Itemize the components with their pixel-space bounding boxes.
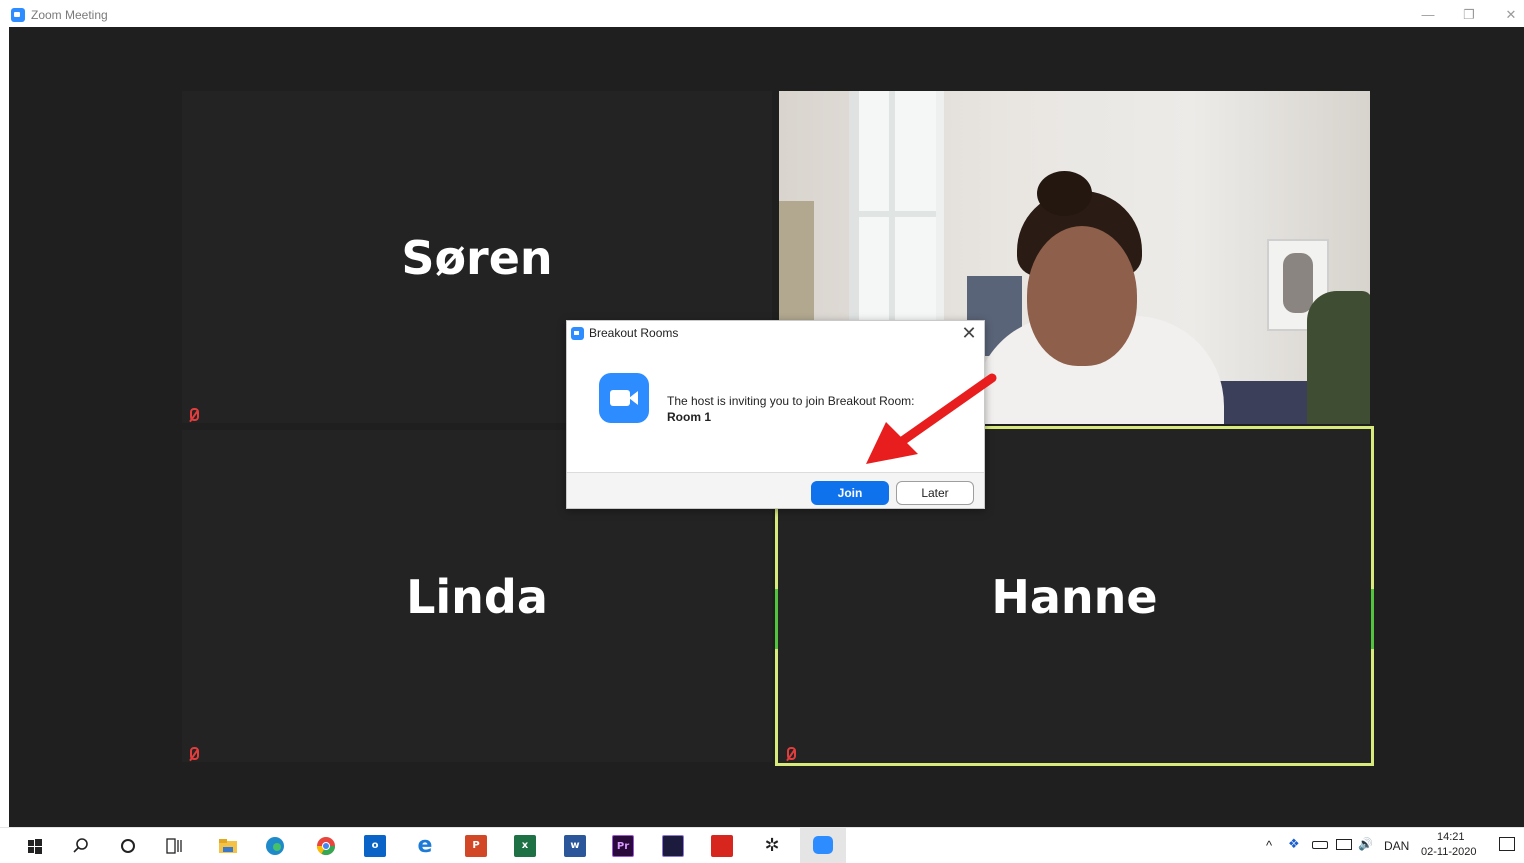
zoom-taskbar-button[interactable]	[800, 828, 846, 863]
cortana-icon[interactable]	[117, 835, 139, 857]
speaking-indicator	[1371, 589, 1374, 649]
muted-mic-icon	[784, 747, 796, 761]
network-icon[interactable]	[1336, 839, 1352, 850]
input-language[interactable]: DAN	[1384, 839, 1409, 853]
chrome-icon[interactable]	[315, 835, 337, 857]
task-view-icon[interactable]	[163, 835, 185, 857]
clock-date[interactable]: 02-11-2020	[1421, 846, 1476, 858]
excel-icon[interactable]: x	[514, 835, 536, 857]
zoom-camera-icon	[599, 373, 649, 423]
premiere-icon[interactable]: Pr	[612, 835, 634, 857]
acrobat-icon[interactable]	[711, 835, 733, 857]
dropbox-icon[interactable]: ❖	[1288, 836, 1302, 851]
muted-mic-icon	[187, 408, 199, 422]
video-person-face	[1027, 226, 1137, 366]
zoom-app-icon	[11, 8, 25, 22]
minimize-button[interactable]: —	[1418, 5, 1438, 25]
participant-name: Søren	[401, 231, 553, 285]
participant-name: Hanne	[991, 570, 1158, 624]
camera-body	[610, 390, 630, 406]
windows-taskbar: o e P x w Pr ✲ ^ ❖ 🔊 DAN 14:21 02-11-202…	[0, 827, 1524, 863]
powerpoint-icon[interactable]: P	[465, 835, 487, 857]
action-center-icon[interactable]	[1499, 837, 1515, 851]
battery-icon[interactable]	[1312, 841, 1328, 849]
word-icon[interactable]: w	[564, 835, 586, 857]
show-hidden-icons-chevron[interactable]: ^	[1266, 838, 1272, 853]
dialog-footer: Join Later	[567, 472, 984, 508]
video-plant	[1307, 291, 1370, 424]
window-title-bar: Zoom Meeting — ❐ ✕	[0, 0, 1524, 30]
internet-explorer-icon[interactable]: e	[414, 835, 436, 857]
later-button[interactable]: Later	[896, 481, 974, 505]
file-explorer-icon[interactable]	[217, 835, 239, 857]
dialog-close-button[interactable]: ✕	[959, 323, 979, 343]
join-button[interactable]: Join	[811, 481, 889, 505]
red-arrow-annotation	[866, 373, 997, 464]
camera-lens	[629, 391, 638, 405]
clock-time[interactable]: 14:21	[1437, 831, 1465, 843]
zoom-app-icon	[571, 327, 584, 340]
outlook-icon[interactable]: o	[364, 835, 386, 857]
dialog-title: Breakout Rooms	[589, 326, 679, 340]
close-window-button[interactable]: ✕	[1501, 5, 1521, 25]
settings-icon[interactable]: ✲	[761, 835, 783, 857]
edge-icon[interactable]	[264, 835, 286, 857]
volume-icon[interactable]: 🔊	[1358, 837, 1373, 851]
restore-button[interactable]: ❐	[1459, 5, 1479, 25]
room-name: Room 1	[667, 410, 712, 424]
zoom-icon	[813, 836, 833, 854]
participant-name: Linda	[406, 570, 548, 624]
muted-mic-icon	[187, 747, 199, 761]
window-title: Zoom Meeting	[31, 8, 108, 22]
search-icon[interactable]	[70, 835, 92, 857]
windows-start-icon[interactable]	[24, 835, 46, 857]
video-person-bun	[1037, 171, 1092, 216]
media-encoder-icon[interactable]	[662, 835, 684, 857]
